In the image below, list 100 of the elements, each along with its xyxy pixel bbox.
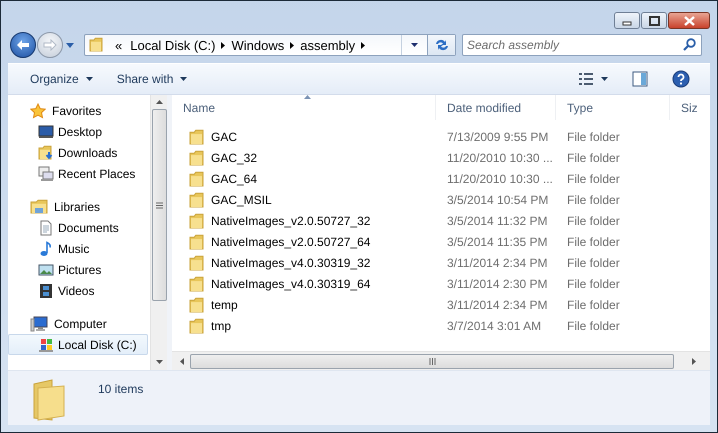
folder-icon bbox=[189, 254, 205, 270]
file-type: File folder bbox=[566, 254, 621, 272]
file-name[interactable]: tmp bbox=[172, 315, 436, 336]
folder-icon bbox=[89, 37, 105, 53]
folder-icon bbox=[189, 234, 205, 250]
vertical-scrollbar[interactable] bbox=[150, 95, 167, 370]
nav-item[interactable]: Computer bbox=[8, 313, 148, 334]
item-count: 10 items bbox=[98, 382, 144, 398]
grip-icon bbox=[428, 358, 436, 364]
right-arrow-icon bbox=[692, 358, 696, 364]
close-icon bbox=[682, 16, 696, 26]
caret-icon bbox=[411, 43, 418, 47]
date-modified: 11/20/2010 10:30 ... bbox=[446, 170, 554, 188]
file-type: File folder bbox=[566, 318, 621, 334]
file-type: File folder bbox=[566, 192, 621, 208]
nav-item[interactable]: Desktop bbox=[8, 121, 148, 142]
breadcrumb[interactable]: Local Disk (C:) bbox=[126, 38, 220, 52]
refresh-button[interactable] bbox=[427, 35, 455, 55]
caret-icon bbox=[66, 42, 74, 48]
search-field[interactable]: Search assembly bbox=[462, 34, 702, 56]
file-type: File folder bbox=[566, 234, 621, 250]
recent-places-icon bbox=[38, 166, 54, 182]
breadcrumb[interactable]: assembly bbox=[296, 38, 360, 52]
film-icon bbox=[38, 282, 54, 298]
folder-download-icon bbox=[38, 144, 54, 160]
computer-icon bbox=[30, 316, 48, 332]
caret-icon bbox=[86, 77, 93, 81]
folder-icon bbox=[189, 276, 205, 292]
breadcrumb[interactable]: Windows bbox=[227, 38, 288, 52]
toolbar-button[interactable]: Share with bbox=[106, 67, 198, 91]
close-button[interactable] bbox=[668, 12, 710, 29]
nav-item[interactable]: Favorites bbox=[8, 100, 148, 121]
horizontal-scrollbar[interactable] bbox=[172, 351, 710, 370]
nav-item[interactable]: Recent Places bbox=[8, 163, 148, 184]
back-button[interactable] bbox=[10, 32, 36, 58]
right-arrow-icon bbox=[43, 39, 57, 51]
scrollbar-thumb[interactable] bbox=[152, 109, 166, 301]
date-modified: 3/11/2014 2:34 PM bbox=[446, 296, 549, 314]
nav-item[interactable]: Videos bbox=[8, 280, 148, 301]
folder-icon bbox=[189, 192, 205, 208]
details-view-icon bbox=[578, 72, 594, 86]
maximize-icon bbox=[648, 16, 660, 26]
left-arrow-icon bbox=[180, 358, 184, 364]
nav-item[interactable]: Music bbox=[8, 238, 148, 259]
file-type: File folder bbox=[566, 150, 621, 166]
folder-icon bbox=[189, 296, 205, 312]
toolbar-button[interactable]: Organize bbox=[20, 67, 103, 91]
file-name[interactable]: NativeImages_v4.0.30319_64 bbox=[172, 273, 436, 294]
caret-icon bbox=[180, 77, 188, 81]
minimize-button[interactable] bbox=[614, 12, 640, 29]
folder-icon bbox=[189, 318, 205, 334]
file-name[interactable]: NativeImages_v2.0.50727_32 bbox=[172, 210, 436, 231]
right-triangle-icon bbox=[221, 42, 226, 48]
file-name[interactable]: GAC bbox=[172, 126, 436, 147]
date-modified: 3/11/2014 2:30 PM bbox=[446, 276, 549, 292]
down-arrow-icon bbox=[156, 360, 162, 364]
nav-item[interactable]: Libraries bbox=[8, 196, 148, 217]
file-name[interactable]: NativeImages_v4.0.30319_32 bbox=[172, 252, 436, 273]
recent-pages-button[interactable] bbox=[64, 42, 76, 48]
library-folder-icon bbox=[30, 198, 48, 214]
date-modified: 3/11/2014 2:34 PM bbox=[446, 254, 549, 272]
address-bar[interactable]: « Local Disk (C:) Windows assembly bbox=[84, 34, 456, 56]
nav-item[interactable]: Pictures bbox=[8, 259, 148, 280]
date-modified: 3/7/2014 3:01 AM bbox=[446, 318, 542, 334]
overflow-chevron[interactable]: « bbox=[111, 38, 126, 52]
date-modified: 3/5/2014 10:54 PM bbox=[446, 192, 550, 208]
windows-flag-icon bbox=[38, 336, 54, 352]
file-type: File folder bbox=[566, 212, 621, 230]
left-arrow-icon bbox=[16, 39, 30, 51]
document-icon bbox=[38, 220, 54, 236]
up-arrow-icon bbox=[156, 100, 162, 104]
picture-icon bbox=[38, 262, 54, 278]
right-triangle-icon bbox=[290, 42, 294, 48]
right-triangle-icon bbox=[361, 42, 366, 48]
file-type: File folder bbox=[566, 128, 621, 146]
folder-icon bbox=[189, 170, 205, 186]
folder-icon bbox=[189, 128, 205, 144]
scrollbar-thumb[interactable] bbox=[190, 354, 674, 368]
date-modified: 7/13/2009 9:55 PM bbox=[446, 128, 550, 146]
file-name[interactable]: temp bbox=[172, 294, 436, 315]
maximize-button[interactable] bbox=[641, 12, 667, 29]
date-modified: 11/20/2010 10:30 ... bbox=[446, 150, 554, 166]
file-name[interactable]: GAC_64 bbox=[172, 168, 436, 189]
refresh-arrows-icon bbox=[434, 38, 450, 52]
file-name[interactable]: NativeImages_v2.0.50727_64 bbox=[172, 231, 436, 252]
file-type: File folder bbox=[566, 296, 621, 314]
nav-item[interactable]: Local Disk (C:) bbox=[8, 334, 148, 355]
folder-icon bbox=[189, 150, 205, 166]
caret-icon bbox=[601, 77, 608, 81]
music-note-icon bbox=[38, 240, 54, 256]
star-icon bbox=[30, 102, 46, 118]
search-icon bbox=[683, 38, 696, 51]
file-name[interactable]: GAC_MSIL bbox=[172, 189, 436, 210]
nav-item[interactable]: Downloads bbox=[8, 142, 148, 163]
nav-item[interactable]: Documents bbox=[8, 217, 148, 238]
file-type: File folder bbox=[566, 276, 621, 292]
date-modified: 3/5/2014 11:32 PM bbox=[446, 212, 549, 230]
help-icon bbox=[672, 70, 690, 88]
file-name[interactable]: GAC_32 bbox=[172, 147, 436, 168]
grip-icon bbox=[156, 202, 162, 208]
